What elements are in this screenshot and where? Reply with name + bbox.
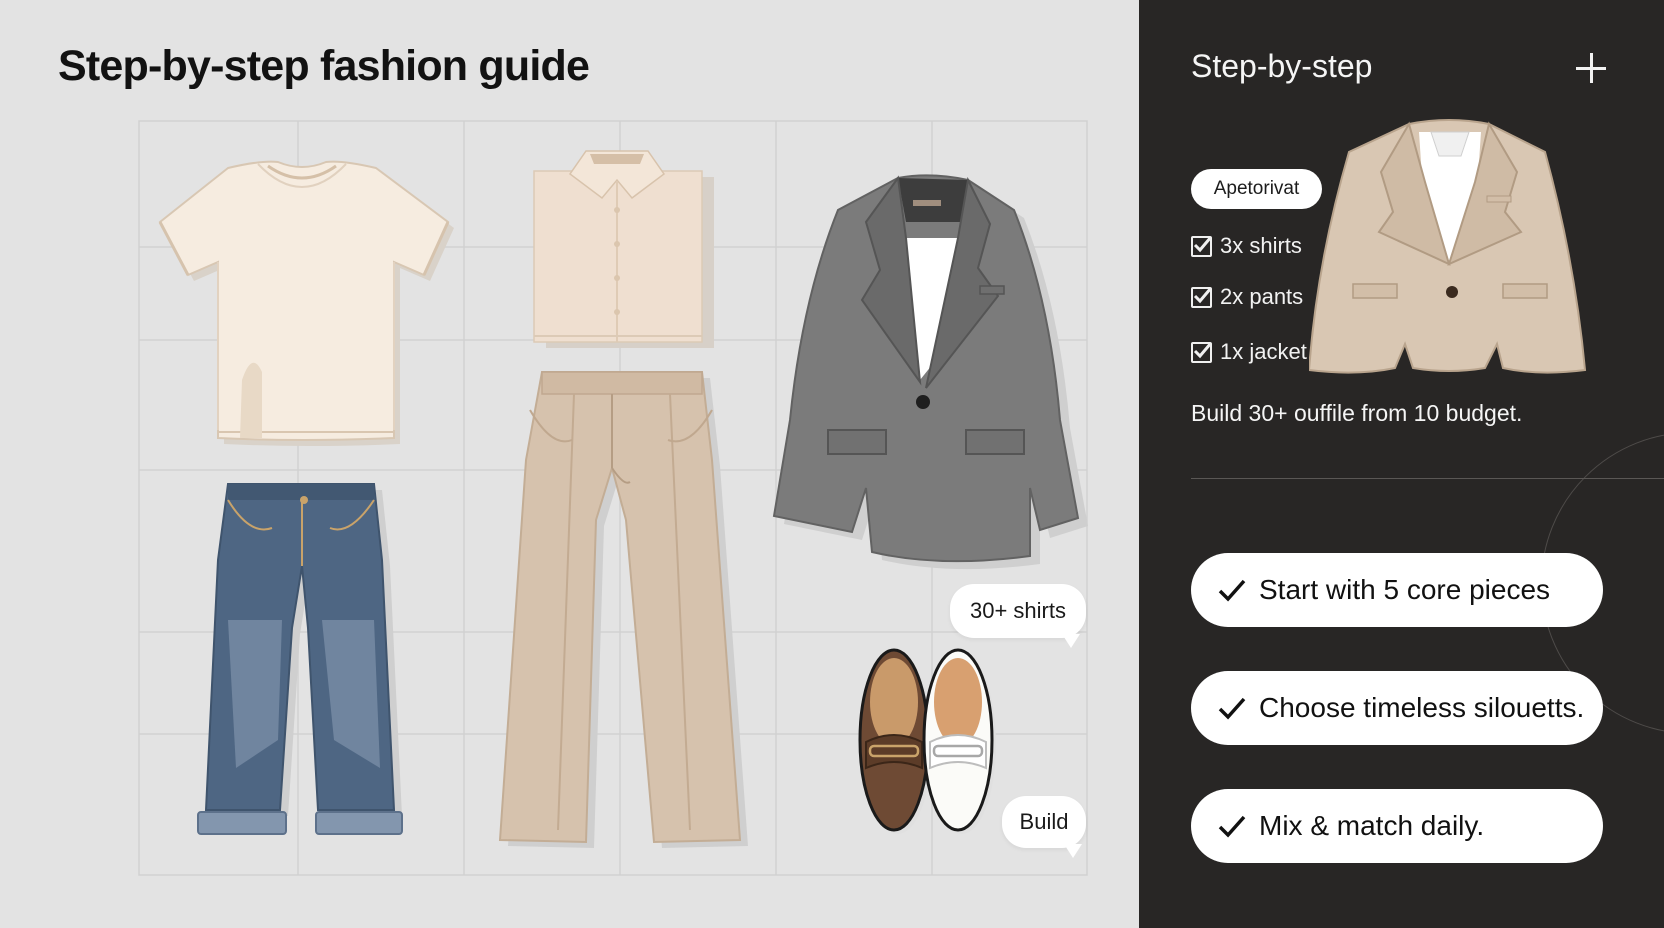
guide-sidebar: Step-by-step Apetorivat 3x shirts 2x pan… [1139, 0, 1664, 928]
checkbox-checked-icon [1191, 286, 1213, 308]
checklist-item[interactable]: 2x pants [1191, 284, 1303, 310]
beige-trousers-item[interactable] [498, 371, 748, 848]
product-board: Step-by-step fashion guide 30+ shirts Bu… [0, 0, 1139, 928]
checkmark-icon [1218, 815, 1246, 838]
tip-button[interactable]: Choose timeless silouetts. [1191, 671, 1603, 745]
tip-label: Start with 5 core pieces [1259, 574, 1551, 605]
beige-blazer-image [1309, 119, 1587, 374]
summary-text: Build 30+ ouffile from 10 budget. [1191, 400, 1523, 426]
tshirt-item[interactable] [158, 160, 454, 446]
jeans-item[interactable] [197, 483, 403, 835]
bubble-build-label: Build [1019, 809, 1069, 834]
checklist-label: 2x pants [1220, 284, 1304, 309]
checkmark-icon [1218, 697, 1246, 720]
gray-blazer-item[interactable] [772, 174, 1088, 570]
bubble-shirts-count: 30+ shirts [950, 584, 1086, 648]
tip-button[interactable]: Start with 5 core pieces [1191, 553, 1603, 627]
tip-label: Mix & match daily. [1259, 810, 1485, 841]
clothing-grid [138, 120, 1088, 876]
loafers-item[interactable] [858, 648, 996, 834]
divider [1191, 478, 1664, 479]
checklist-item[interactable]: 1x jacket [1191, 339, 1307, 365]
bubble-shirts-label: 30+ shirts [970, 598, 1066, 623]
checklist-label: 1x jacket [1220, 339, 1307, 364]
checkmark-icon [1218, 579, 1246, 602]
checkbox-checked-icon [1191, 235, 1213, 257]
tip-button[interactable]: Mix & match daily. [1191, 789, 1603, 863]
checklist-item[interactable]: 3x shirts [1191, 233, 1302, 259]
checklist-label: 3x shirts [1220, 233, 1302, 258]
tip-label: Choose timeless silouetts. [1259, 692, 1585, 723]
polo-shirt-item[interactable] [533, 150, 714, 348]
bubble-build: Build [1002, 796, 1086, 858]
plus-icon[interactable] [1573, 50, 1611, 88]
checkbox-checked-icon [1191, 341, 1213, 363]
sidebar-title: Step-by-step [1191, 48, 1373, 84]
page-title: Step-by-step fashion guide [58, 42, 590, 90]
category-badge[interactable]: Apetorivat [1191, 169, 1322, 209]
